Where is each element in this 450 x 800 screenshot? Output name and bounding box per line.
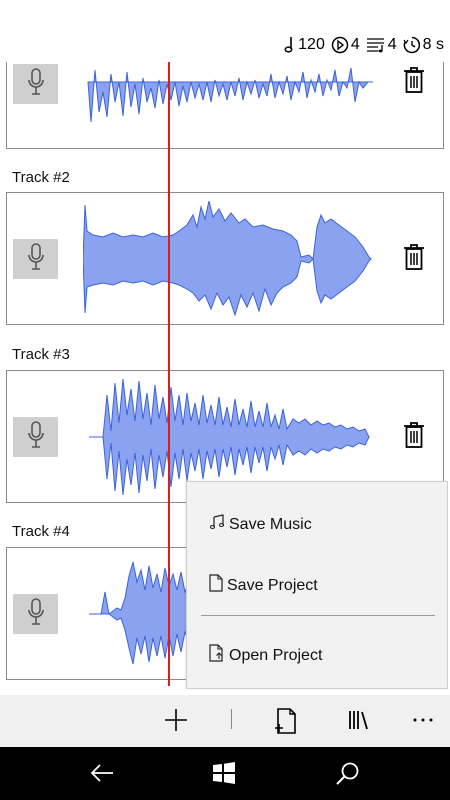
context-menu: Save Music Save Project Open Project [186, 481, 448, 689]
microphone-icon [27, 597, 45, 631]
add-icon [163, 707, 189, 738]
microphone-button[interactable] [13, 239, 58, 279]
new-file-icon [273, 707, 297, 740]
more-button[interactable] [412, 707, 434, 738]
microphone-button[interactable] [13, 594, 58, 634]
timer-icon [403, 36, 421, 54]
microphone-icon [27, 67, 45, 101]
save-project-label: Save Project [227, 576, 318, 594]
playhead[interactable] [168, 62, 170, 686]
search-button[interactable] [335, 761, 361, 792]
timer-value: 8 s [422, 36, 444, 53]
library-icon [347, 707, 373, 738]
trash-icon [403, 243, 425, 276]
back-icon [89, 761, 115, 790]
status-bar: 120 4 4 8 s [0, 0, 450, 62]
menu-separator [201, 615, 435, 616]
track-label: Track #4 [12, 523, 70, 540]
save-project-menu-item[interactable]: Save Project [209, 574, 318, 597]
new-project-button[interactable] [273, 707, 297, 740]
timer-indicator[interactable]: 8 s [403, 36, 444, 54]
microphone-icon [27, 420, 45, 454]
document-icon [209, 574, 223, 597]
track-box-1 [6, 62, 444, 149]
open-project-label: Open Project [229, 646, 323, 664]
beats-value: 4 [350, 36, 360, 53]
bars-indicator[interactable]: 4 [366, 36, 397, 54]
trash-icon [403, 421, 425, 454]
waveform[interactable] [83, 62, 373, 122]
open-project-menu-item[interactable]: Open Project [209, 644, 322, 667]
delete-track-button[interactable] [401, 66, 427, 98]
navigation-bar [0, 747, 450, 800]
track-box-2 [6, 192, 444, 325]
tempo-indicator[interactable]: 120 [284, 36, 325, 54]
delete-track-button[interactable] [401, 421, 427, 453]
microphone-button[interactable] [13, 64, 58, 104]
windows-icon [212, 761, 236, 790]
status-items: 120 4 4 8 s [284, 36, 444, 54]
open-document-icon [209, 644, 225, 667]
save-music-label: Save Music [229, 515, 312, 533]
metronome-icon [331, 36, 349, 54]
bars-icon [366, 37, 386, 53]
library-button[interactable] [347, 707, 373, 738]
app-bar [0, 695, 450, 747]
delete-track-button[interactable] [401, 243, 427, 275]
waveform[interactable] [83, 197, 373, 322]
trash-icon [403, 66, 425, 99]
track-label: Track #2 [12, 169, 70, 186]
note-icon [284, 36, 296, 54]
music-notes-icon [209, 514, 225, 535]
microphone-icon [27, 242, 45, 276]
app-bar-divider [231, 709, 232, 729]
back-button[interactable] [89, 761, 115, 790]
start-button[interactable] [212, 761, 236, 790]
more-icon [412, 707, 434, 738]
add-track-button[interactable] [163, 707, 189, 738]
bars-value: 4 [387, 36, 397, 53]
microphone-button[interactable] [13, 417, 58, 457]
track-label: Track #3 [12, 346, 70, 363]
save-music-menu-item[interactable]: Save Music [209, 514, 312, 535]
tempo-value: 120 [298, 36, 325, 53]
beats-indicator[interactable]: 4 [331, 36, 360, 54]
search-icon [335, 761, 361, 792]
